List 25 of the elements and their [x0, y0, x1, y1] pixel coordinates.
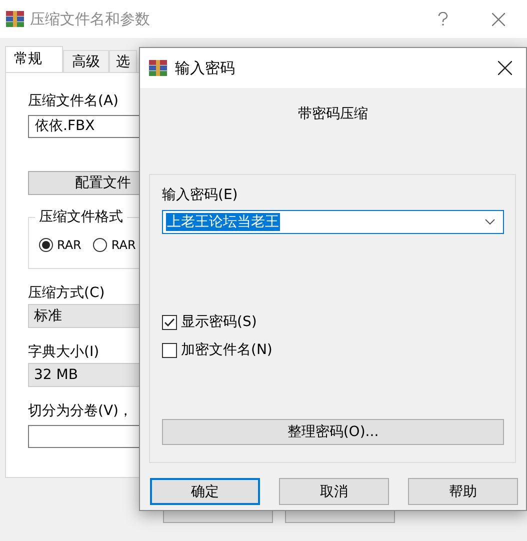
- format-radio[interactable]: RAR: [93, 238, 136, 252]
- field-label: 压缩文件名(A): [28, 93, 119, 110]
- profiles-button[interactable]: 配置文件: [28, 171, 140, 195]
- organize-passwords-button[interactable]: 整理密码(O)...: [162, 419, 504, 445]
- field-label: 压缩方式(C): [28, 285, 105, 302]
- tab[interactable]: 常规: [5, 46, 63, 72]
- method-dropdown[interactable]: 标准: [28, 304, 140, 328]
- tab[interactable]: 高级: [63, 50, 109, 72]
- dialog-heading: 带密码压缩: [298, 105, 368, 123]
- field-label: 切分为分卷(V)，: [28, 403, 133, 420]
- dialog-button[interactable]: 取消: [279, 478, 389, 505]
- field-label: 输入密码(E): [162, 187, 238, 204]
- checkbox[interactable]: 加密文件名(N): [162, 341, 272, 359]
- group-title: 压缩文件格式: [35, 208, 127, 226]
- format-radio[interactable]: RAR: [39, 238, 82, 252]
- archive-name-field[interactable]: 依依.FBX: [28, 115, 140, 138]
- tab[interactable]: 选: [109, 50, 137, 72]
- dialog-button[interactable]: 帮助: [408, 478, 518, 505]
- window-title: 压缩文件名和参数: [30, 10, 150, 28]
- checkbox[interactable]: 显示密码(S): [162, 313, 257, 331]
- password-field[interactable]: 上老王论坛当老王: [162, 210, 504, 234]
- dialog-button[interactable]: 确定: [150, 478, 260, 505]
- field-label: 字典大小(I): [28, 344, 100, 361]
- dialog-title: 输入密码: [175, 58, 235, 78]
- dictionary-dropdown[interactable]: 32 MB: [28, 363, 140, 387]
